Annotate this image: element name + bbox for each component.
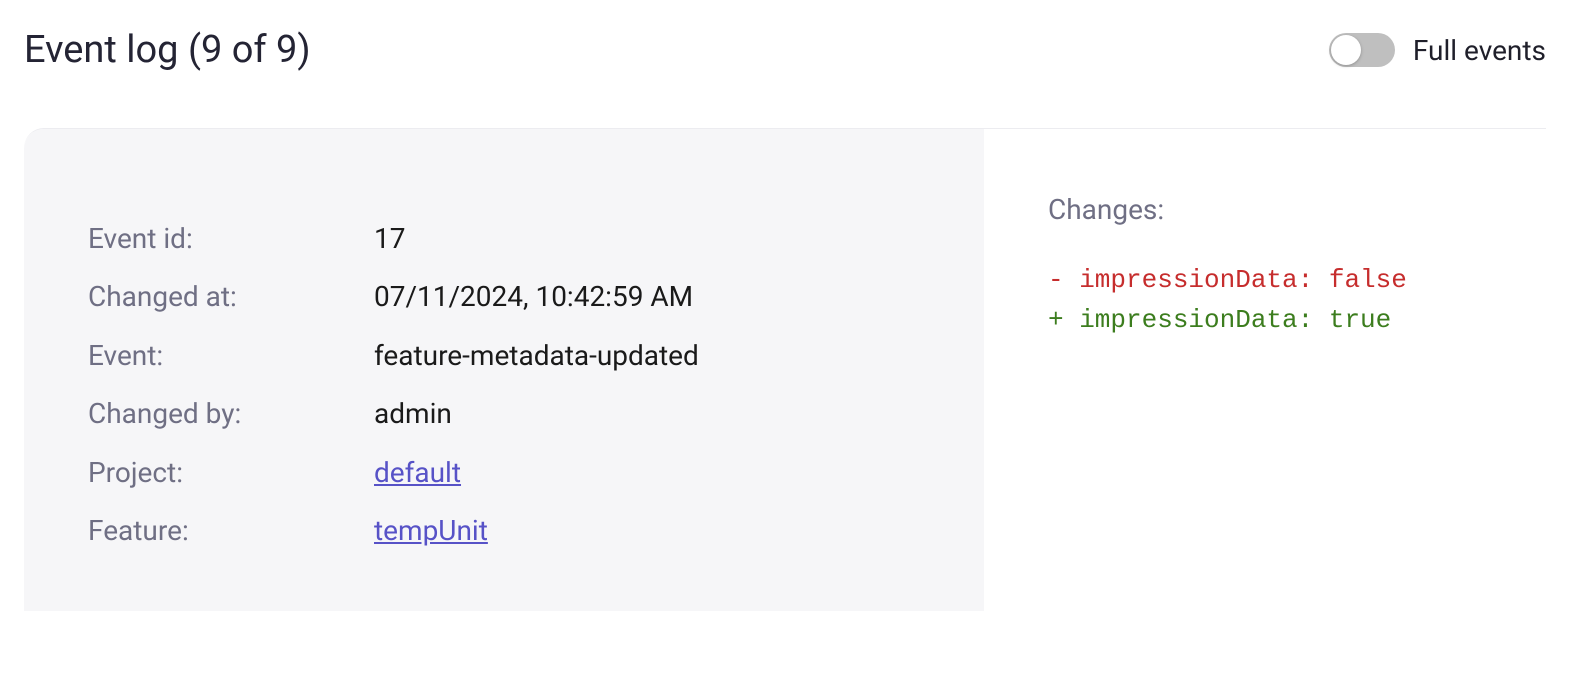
header-row: Event log (9 of 9) Full events	[24, 28, 1546, 72]
diff-removed-line: - impressionData: false	[1048, 260, 1518, 300]
changed-by-value: admin	[374, 396, 452, 432]
changed-by-row: Changed by: admin	[88, 396, 920, 432]
changed-at-value: 07/11/2024, 10:42:59 AM	[374, 279, 693, 315]
event-type-label: Event:	[88, 338, 374, 374]
feature-row: Feature: tempUnit	[88, 513, 920, 549]
feature-label: Feature:	[88, 513, 374, 549]
event-id-label: Event id:	[88, 221, 374, 257]
changes-panel: Changes: - impressionData: false + impre…	[984, 129, 1546, 611]
event-type-row: Event: feature-metadata-updated	[88, 338, 920, 374]
full-events-toggle-group: Full events	[1329, 33, 1546, 67]
event-id-value: 17	[374, 221, 405, 257]
project-label: Project:	[88, 455, 374, 491]
full-events-toggle[interactable]	[1329, 33, 1395, 67]
diff-added-line: + impressionData: true	[1048, 300, 1518, 340]
project-row: Project: default	[88, 455, 920, 491]
changed-at-label: Changed at:	[88, 279, 374, 315]
changed-by-label: Changed by:	[88, 396, 374, 432]
event-type-value: feature-metadata-updated	[374, 338, 699, 374]
changed-at-row: Changed at: 07/11/2024, 10:42:59 AM	[88, 279, 920, 315]
event-id-row: Event id: 17	[88, 221, 920, 257]
full-events-toggle-label: Full events	[1413, 34, 1546, 67]
feature-link[interactable]: tempUnit	[374, 513, 488, 549]
changes-heading: Changes:	[1048, 193, 1518, 226]
event-card: Event id: 17 Changed at: 07/11/2024, 10:…	[24, 128, 1546, 611]
event-meta-panel: Event id: 17 Changed at: 07/11/2024, 10:…	[24, 129, 984, 611]
project-link[interactable]: default	[374, 455, 461, 491]
page-title: Event log (9 of 9)	[24, 28, 311, 72]
